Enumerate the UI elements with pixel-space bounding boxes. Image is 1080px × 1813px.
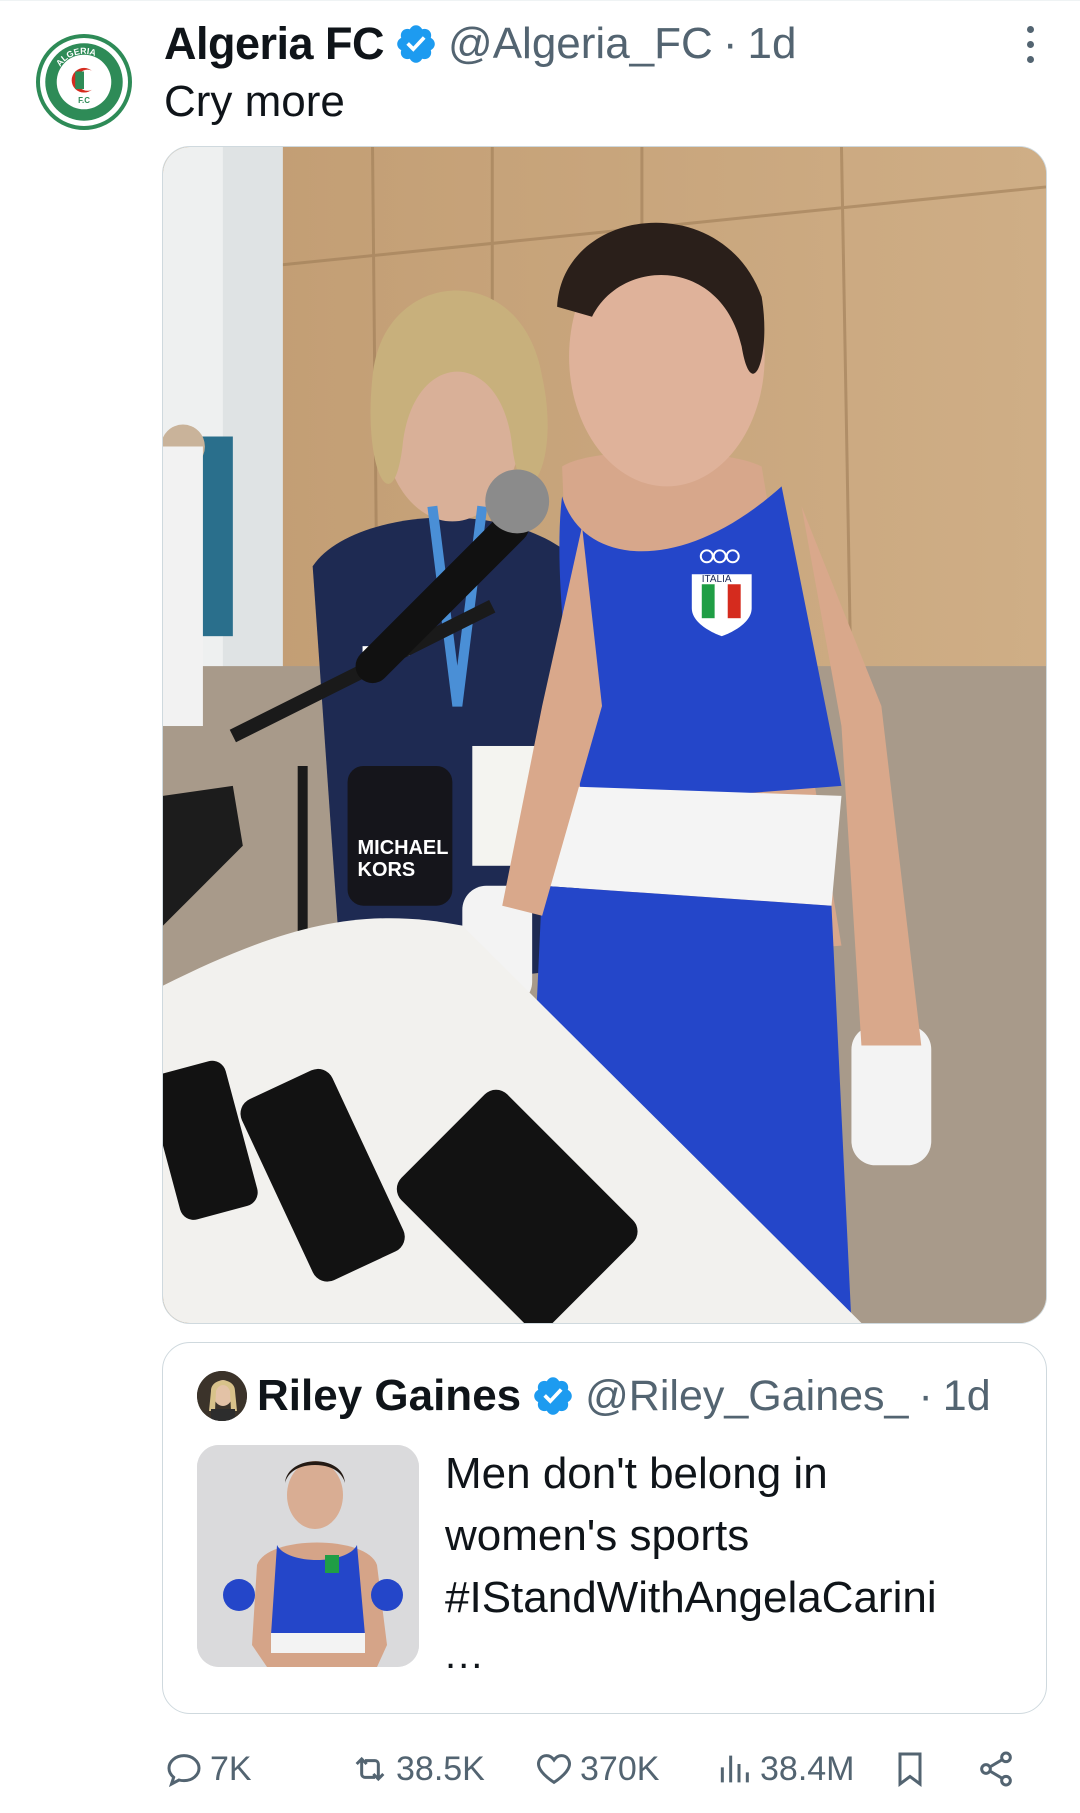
verified-badge-icon [397, 25, 435, 63]
tweet-header: Algeria FC @Algeria_FC · 1d [164, 14, 796, 74]
quote-text-line-1: Men don't belong in [445, 1449, 828, 1498]
tweet-text: Cry more [164, 77, 345, 126]
tweet-media-photo[interactable]: adidas MICHAEL KORS ITALIA [162, 146, 1047, 1324]
quote-text-line-2: women's sports [445, 1511, 750, 1560]
repost-count: 38.5K [396, 1749, 485, 1788]
verified-badge-icon [534, 1377, 572, 1415]
quote-author-name: Riley Gaines [257, 1371, 522, 1420]
quote-author-handle: @Riley_Gaines_ [585, 1371, 909, 1420]
author-avatar[interactable]: ALGERIA F.C [36, 34, 132, 130]
repost-button[interactable]: 38.5K [350, 1744, 485, 1794]
badge-print-italia: ITALIA [702, 574, 732, 585]
quote-truncation-ellipsis: ... [445, 1633, 485, 1677]
bookmark-button[interactable] [890, 1744, 930, 1794]
quote-text: Men don't belong in women's sports #ISta… [445, 1443, 1025, 1629]
bookmark-icon [898, 1752, 922, 1787]
share-button[interactable] [976, 1744, 1016, 1794]
more-options-icon[interactable] [1020, 26, 1040, 70]
like-count: 370K [580, 1749, 660, 1788]
photo-illustration: adidas MICHAEL KORS ITALIA [163, 147, 1046, 1323]
reply-count: 7K [210, 1749, 252, 1788]
quote-hashtag-link[interactable]: #IStandWithAngelaCarini [445, 1567, 1025, 1629]
like-button[interactable]: 370K [534, 1744, 659, 1794]
logo-text-bottom: F.C [78, 96, 90, 105]
quoted-tweet[interactable]: Riley Gaines @Riley_Gaines_ · 1d Men don… [162, 1342, 1047, 1714]
bag-print-line1: MICHAEL [358, 837, 449, 859]
algeria-fc-logo: ALGERIA F.C [41, 39, 127, 125]
author-handle[interactable]: @Algeria_FC [448, 19, 713, 69]
bag-print-line2: KORS [358, 859, 416, 881]
top-divider [0, 0, 1080, 1]
author-name[interactable]: Algeria FC [164, 18, 385, 70]
quote-media-photo [197, 1445, 419, 1667]
reply-button[interactable]: 7K [164, 1744, 252, 1794]
heart-icon [537, 1754, 571, 1785]
reply-icon [167, 1754, 201, 1788]
repost-icon [355, 1756, 385, 1782]
quote-timestamp: 1d [942, 1371, 991, 1420]
tweet-timestamp[interactable]: 1d [747, 19, 796, 69]
views-button[interactable]: 38.4M [714, 1744, 855, 1794]
share-icon [980, 1751, 1012, 1787]
tweet-action-bar: 7K 38.5K 370K 38.4M [164, 1744, 1044, 1794]
separator-dot: · [918, 1371, 933, 1420]
quote-author-avatar [197, 1371, 247, 1421]
analytics-bars-icon [720, 1755, 749, 1783]
views-count: 38.4M [760, 1749, 855, 1788]
separator-dot: · [722, 19, 738, 68]
quote-header: Riley Gaines @Riley_Gaines_ · 1d [197, 1369, 991, 1423]
